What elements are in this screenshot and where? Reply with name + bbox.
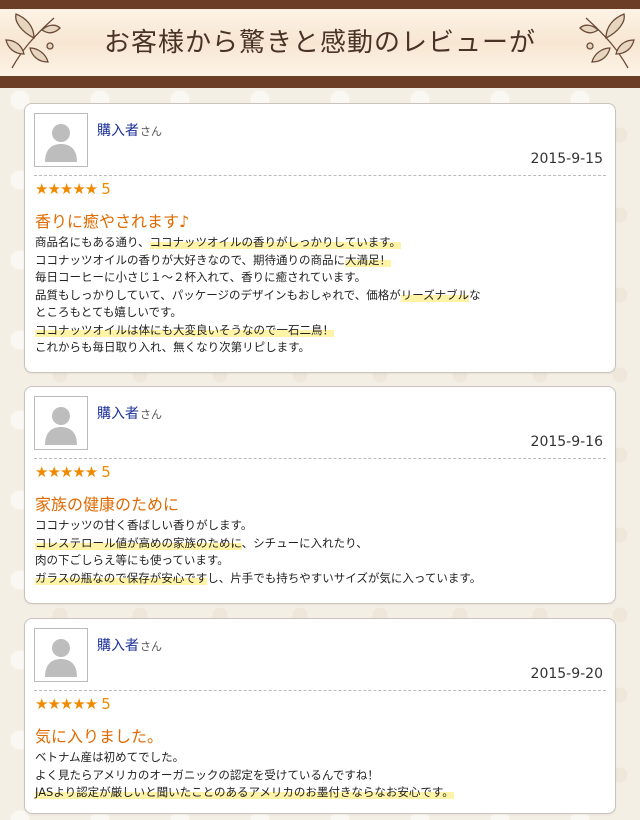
highlighted-text: コレステロール値が高めの家族のために (35, 535, 242, 550)
review-line: ココナッツの甘く香ばしい香りがします。 (35, 517, 605, 535)
reviewer-honorific: さん (140, 408, 162, 421)
reviewer-label: 購入者 (97, 638, 139, 654)
header-banner: お客様から驚きと感動のレビューが (0, 0, 640, 88)
banner-title: お客様から驚きと感動のレビューが (103, 28, 536, 58)
review-body: ベトナム産は初めてでした。よく見たらアメリカのオーガニックの認定を受けているんで… (35, 749, 605, 802)
highlighted-text: リーズナブル (400, 287, 470, 302)
review-text: 、シチューに入れたり、 (241, 535, 368, 550)
review-text: 肉の下ごしらえ等にも使っています。 (35, 553, 229, 567)
review-date: 2015-9-15 (530, 151, 603, 167)
star-rating: ★★★★★ 5 (35, 695, 111, 713)
review-text: ところもとても嬉しいです。 (35, 305, 182, 319)
review-text: 品質もしっかりしていて、パッケージのデザインもおしゃれで、価格が (35, 287, 401, 302)
review-body: ココナッツの甘く香ばしい香りがします。 コレステロール値が高めの家族のために、シチ… (35, 517, 605, 587)
stars-icon: ★★★★★ (35, 180, 98, 198)
review-text: よく見たらアメリカのオーガニックの認定を受けているんですね！ (35, 767, 379, 782)
review-title: 気に入りました。 (35, 727, 164, 746)
reviewer-label: 購入者 (97, 123, 139, 139)
highlighted-text: ガラスの瓶なので保存が安心です (35, 570, 208, 585)
divider (34, 175, 606, 176)
review-line: 商品名にもある通り、ココナッツオイルの香りがしっかりしています。 (35, 234, 605, 252)
stars-icon: ★★★★★ (35, 695, 98, 713)
review-card: 購入者さん 2015-9-16 ★★★★★ 5 家族の健康のために ココナッツの甘… (24, 386, 616, 604)
review-title: 家族の健康のために (35, 495, 180, 514)
review-line: ガラスの瓶なので保存が安心ですし、片手でも持ちやすいサイズが気に入っています。 (35, 570, 605, 588)
highlighted-text: ココナッツオイルは体にも大変良いそうなので一石二鳥！ (35, 322, 334, 337)
highlighted-text: 大満足！ (345, 252, 392, 267)
review-line: ココナッツオイルは体にも大変良いそうなので一石二鳥！ (35, 322, 605, 340)
review-text: し、片手でも持ちやすいサイズが気に入っています。 (207, 570, 482, 585)
review-line: 毎日コーヒーに小さじ１～２杯入れて、香りに癒されています。 (35, 269, 605, 287)
review-text: 毎日コーヒーに小さじ１～２杯入れて、香りに癒されています。 (35, 270, 367, 284)
rating-value: 5 (101, 180, 111, 198)
review-text: ベトナム産は初めてでした。 (35, 750, 185, 764)
review-line: JASより認定が厳しいと聞いたことのあるアメリカのお墨付きならなお安心です。 (35, 784, 605, 802)
avatar (34, 628, 88, 682)
avatar (34, 113, 88, 167)
review-line: ところもとても嬉しいです。 (35, 304, 605, 322)
highlighted-text: ココナッツオイルの香りがしっかりしています。 (149, 235, 402, 249)
review-line: よく見たらアメリカのオーガニックの認定を受けているんですね！ (35, 767, 605, 785)
review-date: 2015-9-20 (530, 666, 603, 682)
divider (34, 690, 606, 691)
rating-value: 5 (101, 695, 111, 713)
highlighted-text: JASより認定が厳しいと聞いたことのあるアメリカのお墨付きならなお安心です。 (35, 785, 454, 799)
review-line: 品質もしっかりしていて、パッケージのデザインもおしゃれで、価格がリーズナブルな (35, 287, 605, 305)
review-line: これからも毎日取り入れ、無くなり次第リピします。 (35, 339, 605, 357)
user-silhouette-icon (45, 639, 77, 677)
user-silhouette-icon (45, 407, 77, 445)
review-date: 2015-9-16 (530, 434, 603, 450)
review-card: 購入者さん 2015-9-20 ★★★★★ 5 気に入りました。 ベトナム産は初め… (24, 618, 616, 814)
divider (34, 458, 606, 459)
review-line: コレステロール値が高めの家族のために、シチューに入れたり、 (35, 535, 605, 553)
review-text: これからも毎日取り入れ、無くなり次第リピします。 (35, 340, 310, 354)
reviewer-name: 購入者さん (97, 635, 162, 655)
review-line: 肉の下ごしらえ等にも使っています。 (35, 552, 605, 570)
banner-bottom-band (0, 76, 640, 88)
reviewer-name: 購入者さん (97, 120, 162, 140)
review-card: 購入者さん 2015-9-15 ★★★★★ 5 香りに癒やされます♪ 商品名にもあ… (24, 103, 616, 373)
review-body: 商品名にもある通り、ココナッツオイルの香りがしっかりしています。 ココナッツオイル… (35, 234, 605, 357)
user-silhouette-icon (45, 124, 77, 162)
review-line: ベトナム産は初めてでした。 (35, 749, 605, 767)
review-text: な (469, 287, 481, 302)
review-text: ココナッツオイルの香りが大好きなので、期待通りの商品に (35, 252, 346, 267)
star-rating: ★★★★★ 5 (35, 463, 111, 481)
star-rating: ★★★★★ 5 (35, 180, 111, 198)
leaf-ornament-icon (579, 13, 635, 69)
reviewer-name: 購入者さん (97, 403, 162, 423)
review-line: ココナッツオイルの香りが大好きなので、期待通りの商品に大満足！ (35, 252, 605, 270)
review-text: 商品名にもある通り、 (35, 235, 150, 249)
banner-top-band (0, 0, 640, 9)
rating-value: 5 (101, 463, 111, 481)
stars-icon: ★★★★★ (35, 463, 98, 481)
avatar (34, 396, 88, 450)
reviewer-honorific: さん (140, 640, 162, 653)
review-title: 香りに癒やされます♪ (35, 212, 190, 231)
reviewer-label: 購入者 (97, 406, 139, 422)
review-text: ココナッツの甘く香ばしい香りがします。 (35, 518, 253, 532)
reviewer-honorific: さん (140, 125, 162, 138)
